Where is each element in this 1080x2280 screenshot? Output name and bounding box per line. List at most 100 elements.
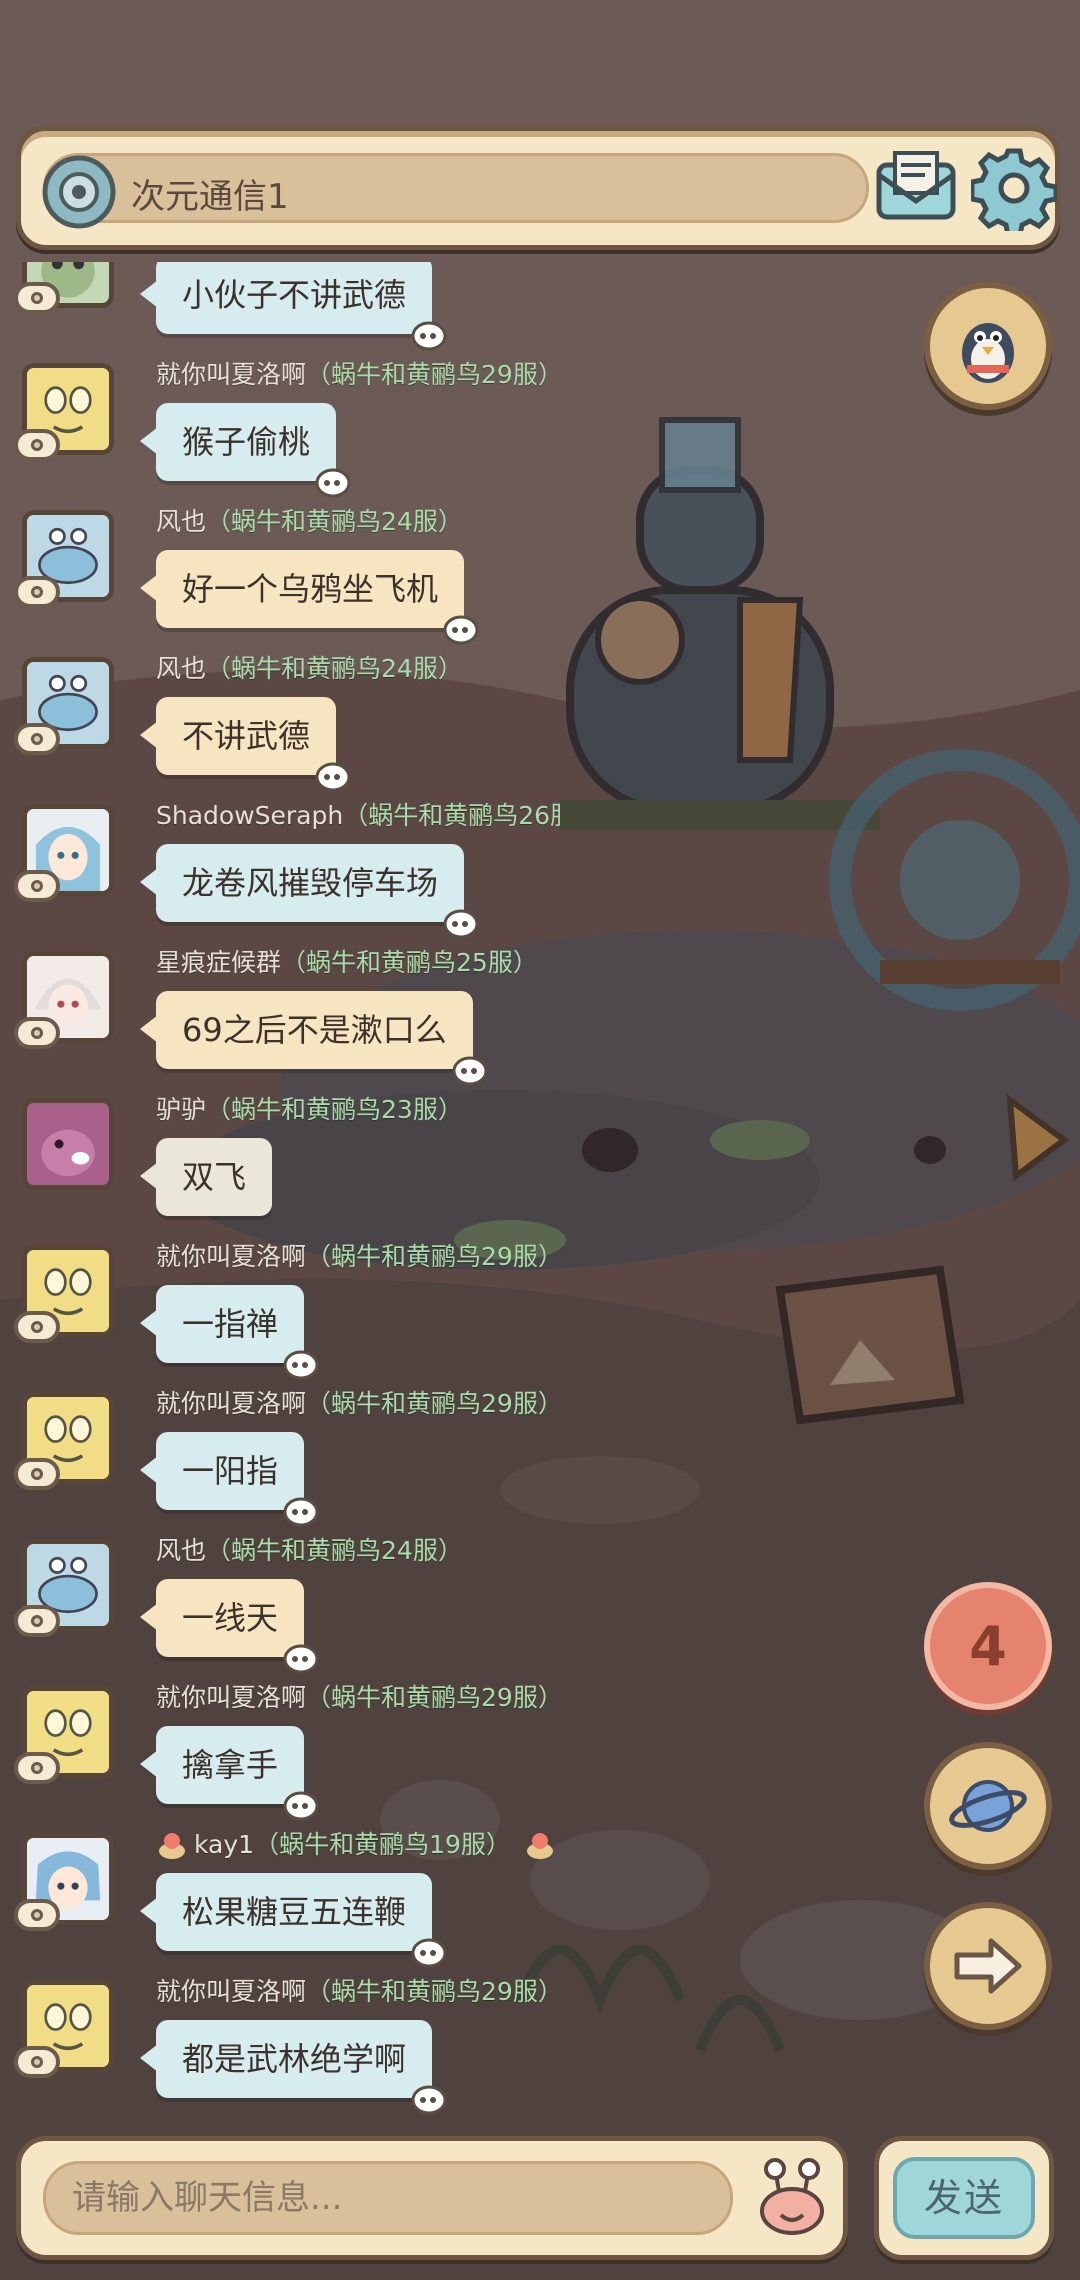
username[interactable]: 就你叫夏洛啊 <box>156 1977 306 2006</box>
eye-icon[interactable] <box>14 282 60 314</box>
send-label: 发送 <box>893 2157 1035 2239</box>
message-meta: 就你叫夏洛啊（蜗牛和黄鹂鸟29服） <box>156 357 560 393</box>
server-name: （蜗牛和黄鹂鸟29服） <box>306 1389 560 1418</box>
vip-badge-icon <box>527 1833 553 1859</box>
planet-button[interactable] <box>924 1742 1052 1870</box>
chat-message: 就你叫夏洛啊（蜗牛和黄鹂鸟29服） 一阳指 <box>0 1386 560 1533</box>
chat-message: 就你叫夏洛啊（蜗牛和黄鹂鸟29服） 都是武林绝学啊 <box>0 1974 560 2118</box>
eye-icon[interactable] <box>14 1311 60 1343</box>
message-meta: 星痕症候群（蜗牛和黄鹂鸟25服） <box>156 945 538 981</box>
send-button[interactable]: 发送 <box>874 2136 1054 2260</box>
chat-message: 驴驴（蜗牛和黄鹂鸟23服） 双飞 <box>0 1092 560 1239</box>
purple-beast-avatar[interactable] <box>22 1098 114 1190</box>
username[interactable]: 就你叫夏洛啊 <box>156 1242 306 1271</box>
penguin-button[interactable] <box>924 282 1052 410</box>
channel-title: 次元通信1 <box>131 177 289 217</box>
chat-message: 小伙子不讲武德 <box>0 262 560 357</box>
vip-badge-icon <box>159 1833 185 1859</box>
chat-message: 就你叫夏洛啊（蜗牛和黄鹂鸟29服） 猴子偷桃 <box>0 357 560 504</box>
server-name: （蜗牛和黄鹂鸟24服） <box>206 1536 463 1565</box>
notification-button[interactable]: 4 <box>924 1582 1052 1710</box>
eye-icon[interactable] <box>14 1899 60 1931</box>
server-name: （蜗牛和黄鹂鸟26服） <box>343 801 560 830</box>
chat-message: 风也（蜗牛和黄鹂鸟24服） 好一个乌鸦坐飞机 <box>0 504 560 651</box>
arrow-right-icon <box>954 1938 1022 1994</box>
chat-message: 就你叫夏洛啊（蜗牛和黄鹂鸟29服） 擒拿手 <box>0 1680 560 1827</box>
message-meta: 就你叫夏洛啊（蜗牛和黄鹂鸟29服） <box>156 1680 560 1716</box>
server-name: （蜗牛和黄鹂鸟25服） <box>281 948 538 977</box>
chat-input-bar <box>16 2136 848 2260</box>
server-name: （蜗牛和黄鹂鸟29服） <box>306 1977 560 2006</box>
message-bubble: 猴子偷桃 <box>139 403 351 498</box>
message-text: 猴子偷桃 <box>182 423 311 461</box>
message-bubble: 69之后不是漱口么 <box>140 991 488 1086</box>
username[interactable]: 就你叫夏洛啊 <box>156 360 306 389</box>
server-name: （蜗牛和黄鹂鸟29服） <box>306 1683 560 1712</box>
username[interactable]: 风也 <box>156 1536 206 1565</box>
speech-icon <box>411 2085 447 2115</box>
message-text: 好一个乌鸦坐飞机 <box>182 570 439 608</box>
message-bubble: 龙卷风摧毁停车场 <box>139 844 479 939</box>
eye-icon[interactable] <box>14 576 60 608</box>
message-bubble: 双飞 <box>139 1138 273 1216</box>
eye-icon[interactable] <box>14 1605 60 1637</box>
message-meta: 风也（蜗牛和黄鹂鸟24服） <box>156 504 463 540</box>
server-name: （蜗牛和黄鹂鸟24服） <box>206 654 463 683</box>
gear-icon[interactable] <box>971 145 1057 231</box>
username[interactable]: 就你叫夏洛啊 <box>156 1389 306 1418</box>
speech-icon <box>452 1056 488 1086</box>
message-meta: 风也（蜗牛和黄鹂鸟24服） <box>156 1533 463 1569</box>
message-meta: 就你叫夏洛啊（蜗牛和黄鹂鸟29服） <box>156 1239 560 1275</box>
chat-message: 风也（蜗牛和黄鹂鸟24服） 一线天 <box>0 1533 560 1680</box>
speech-icon <box>443 615 479 645</box>
eye-icon[interactable] <box>14 2046 60 2078</box>
eye-icon[interactable] <box>14 1458 60 1490</box>
message-bubble: 一线天 <box>139 1579 319 1674</box>
message-text: 69之后不是漱口么 <box>182 1011 447 1049</box>
server-name: （蜗牛和黄鹂鸟23服） <box>206 1095 463 1124</box>
username[interactable]: 星痕症候群 <box>156 948 281 977</box>
chat-input[interactable] <box>43 2161 733 2235</box>
server-name: （蜗牛和黄鹂鸟29服） <box>306 1242 560 1271</box>
message-meta: kay1（蜗牛和黄鹂鸟19服） <box>156 1827 511 1863</box>
portal-icon[interactable] <box>41 154 117 230</box>
username[interactable]: ShadowSeraph <box>156 801 343 830</box>
message-bubble: 一阳指 <box>139 1432 319 1527</box>
chat-message: ShadowSeraph（蜗牛和黄鹂鸟26服） 龙卷风摧毁停车场 <box>0 798 560 945</box>
message-bubble: 好一个乌鸦坐飞机 <box>139 550 479 645</box>
username[interactable]: 风也 <box>156 654 206 683</box>
notification-count: 4 <box>969 1614 1007 1678</box>
chat-message: kay1（蜗牛和黄鹂鸟19服） 松果糖豆五连鞭 <box>0 1827 560 1974</box>
eye-icon[interactable] <box>14 429 60 461</box>
speech-icon <box>315 468 351 498</box>
chat-message-list[interactable]: 小伙子不讲武德 就你叫夏洛啊（蜗牛和黄鹂鸟29服） 猴子偷桃 风也（蜗牛和黄鹂鸟… <box>0 262 560 2118</box>
message-text: 松果糖豆五连鞭 <box>182 1893 407 1931</box>
snail-emoji-icon[interactable] <box>747 2153 837 2243</box>
message-text: 双飞 <box>182 1158 247 1196</box>
chat-message: 就你叫夏洛啊（蜗牛和黄鹂鸟29服） 一指禅 <box>0 1239 560 1386</box>
message-meta: 就你叫夏洛啊（蜗牛和黄鹂鸟29服） <box>156 1974 560 2010</box>
username[interactable]: 就你叫夏洛啊 <box>156 1683 306 1712</box>
message-text: 擒拿手 <box>182 1746 279 1784</box>
eye-icon[interactable] <box>14 1017 60 1049</box>
mail-icon[interactable] <box>873 145 959 231</box>
message-text: 一阳指 <box>182 1452 279 1490</box>
speech-icon <box>411 1938 447 1968</box>
planet-icon <box>949 1780 1027 1832</box>
message-bubble: 松果糖豆五连鞭 <box>139 1873 447 1968</box>
message-meta: 驴驴（蜗牛和黄鹂鸟23服） <box>156 1092 463 1128</box>
message-text: 龙卷风摧毁停车场 <box>182 864 439 902</box>
eye-icon[interactable] <box>14 870 60 902</box>
message-text: 不讲武德 <box>182 717 311 755</box>
chat-message: 星痕症候群（蜗牛和黄鹂鸟25服） 69之后不是漱口么 <box>0 945 560 1092</box>
username[interactable]: 风也 <box>156 507 206 536</box>
eye-icon[interactable] <box>14 1752 60 1784</box>
username[interactable]: kay1 <box>194 1830 254 1859</box>
username[interactable]: 驴驴 <box>156 1095 206 1124</box>
eye-icon[interactable] <box>14 723 60 755</box>
speech-icon <box>283 1350 319 1380</box>
message-bubble: 小伙子不讲武德 <box>139 262 447 351</box>
message-bubble: 一指禅 <box>139 1285 319 1380</box>
arrow-button[interactable] <box>924 1902 1052 2030</box>
message-text: 一线天 <box>182 1599 279 1637</box>
